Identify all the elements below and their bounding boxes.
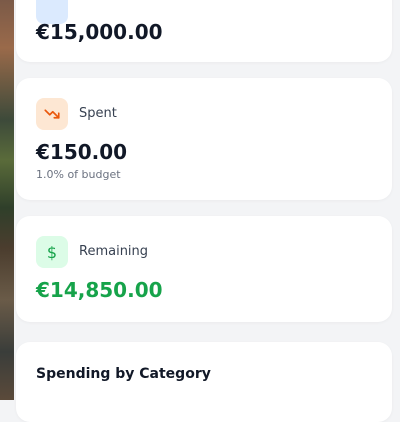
category-card: Spending by Category (16, 342, 392, 422)
trending-down-icon (36, 98, 68, 130)
dollar-glyph: $ (46, 242, 58, 262)
remaining-label: Remaining (79, 244, 149, 259)
dollar-icon: $ (36, 236, 68, 268)
budget-card: €15,000.00 (16, 0, 392, 62)
category-title: Spending by Category (36, 366, 211, 382)
spent-card: Spent €150.00 1.0% of budget (16, 78, 392, 200)
remaining-card: $ Remaining €14,850.00 (16, 216, 392, 322)
remaining-amount: €14,850.00 (36, 278, 163, 302)
spent-amount: €150.00 (36, 140, 128, 164)
spent-percent: 1.0% of budget (36, 168, 121, 181)
budget-amount: €15,000.00 (36, 20, 163, 44)
spent-label: Spent (79, 106, 117, 121)
background-edge (0, 0, 14, 400)
